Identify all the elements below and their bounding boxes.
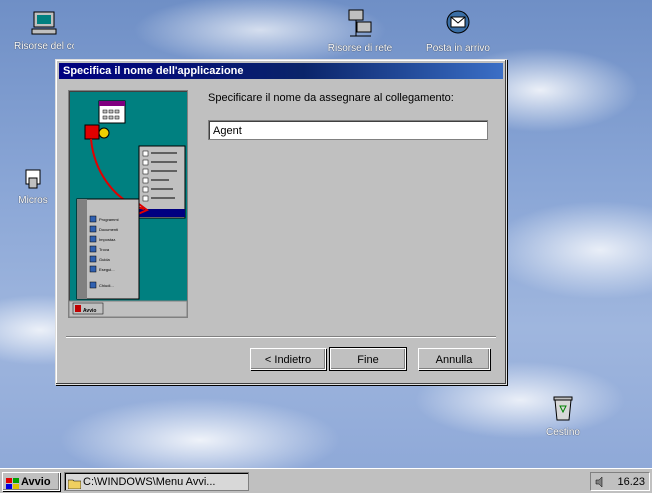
svg-text:Chiudi...: Chiudi...	[99, 283, 114, 288]
recycle-bin-icon	[538, 394, 588, 425]
inbox-label: Posta in arrivo	[426, 43, 490, 54]
finish-button[interactable]: Fine	[329, 347, 407, 371]
svg-text:Impostaz.: Impostaz.	[99, 237, 116, 242]
inbox-desktop-icon[interactable]: Posta in arrivo	[418, 8, 498, 54]
system-tray: 16.23	[590, 472, 650, 491]
dialog-separator	[66, 336, 496, 338]
network-desktop-icon[interactable]: Risorse di rete	[320, 8, 400, 54]
svg-text:Avvio: Avvio	[83, 308, 96, 314]
folder-icon	[67, 477, 82, 490]
start-button[interactable]: Avvio	[2, 472, 60, 491]
taskbar: Avvio C:\WINDOWS\Menu Avvi... 16.23	[0, 468, 652, 493]
msn-icon	[18, 168, 48, 193]
msn-desktop-icon[interactable]: Micros	[18, 168, 48, 206]
dialog-title-bar[interactable]: Specifica il nome dell'applicazione	[59, 63, 503, 79]
back-button[interactable]: < Indietro	[250, 348, 326, 370]
wizard-illustration: Programmi Documenti Impostaz. Trova Guid…	[68, 90, 188, 318]
create-shortcut-dialog: Specifica il nome dell'applicazione Prog…	[55, 59, 507, 385]
svg-text:Esegui...: Esegui...	[99, 267, 115, 272]
my-computer-icon	[14, 10, 74, 39]
network-label: Risorse di rete	[327, 43, 393, 54]
clock[interactable]: 16.23	[617, 476, 645, 488]
shortcut-name-field[interactable]: Agent	[208, 120, 488, 140]
recycle-bin-desktop-icon[interactable]: Cestino	[538, 394, 588, 438]
cancel-button[interactable]: Annulla	[418, 348, 490, 370]
svg-text:Guida: Guida	[99, 257, 110, 262]
windows-logo-icon	[6, 477, 19, 496]
dialog-title: Specifica il nome dell'applicazione	[63, 65, 244, 77]
volume-icon[interactable]	[595, 476, 607, 495]
recycle-bin-label: Cestino	[546, 427, 580, 438]
svg-text:Trova: Trova	[99, 247, 110, 252]
start-label: Avvio	[21, 476, 51, 488]
taskbar-button-start-menu-folder[interactable]: C:\WINDOWS\Menu Avvi...	[64, 472, 249, 491]
start-menu-illustration: Programmi Documenti Impostaz. Trova Guid…	[69, 100, 187, 317]
network-icon	[320, 8, 400, 41]
shortcut-name-prompt: Specificare il nome da assegnare al coll…	[208, 92, 454, 104]
inbox-icon	[418, 8, 498, 41]
svg-text:Programmi: Programmi	[99, 217, 119, 222]
svg-text:Documenti: Documenti	[99, 227, 118, 232]
my-computer-label: Risorse del computer	[14, 41, 74, 52]
task-label: C:\WINDOWS\Menu Avvi...	[83, 476, 216, 488]
msn-label: Micros	[18, 195, 48, 206]
my-computer-desktop-icon[interactable]: Risorse del computer	[14, 10, 74, 52]
